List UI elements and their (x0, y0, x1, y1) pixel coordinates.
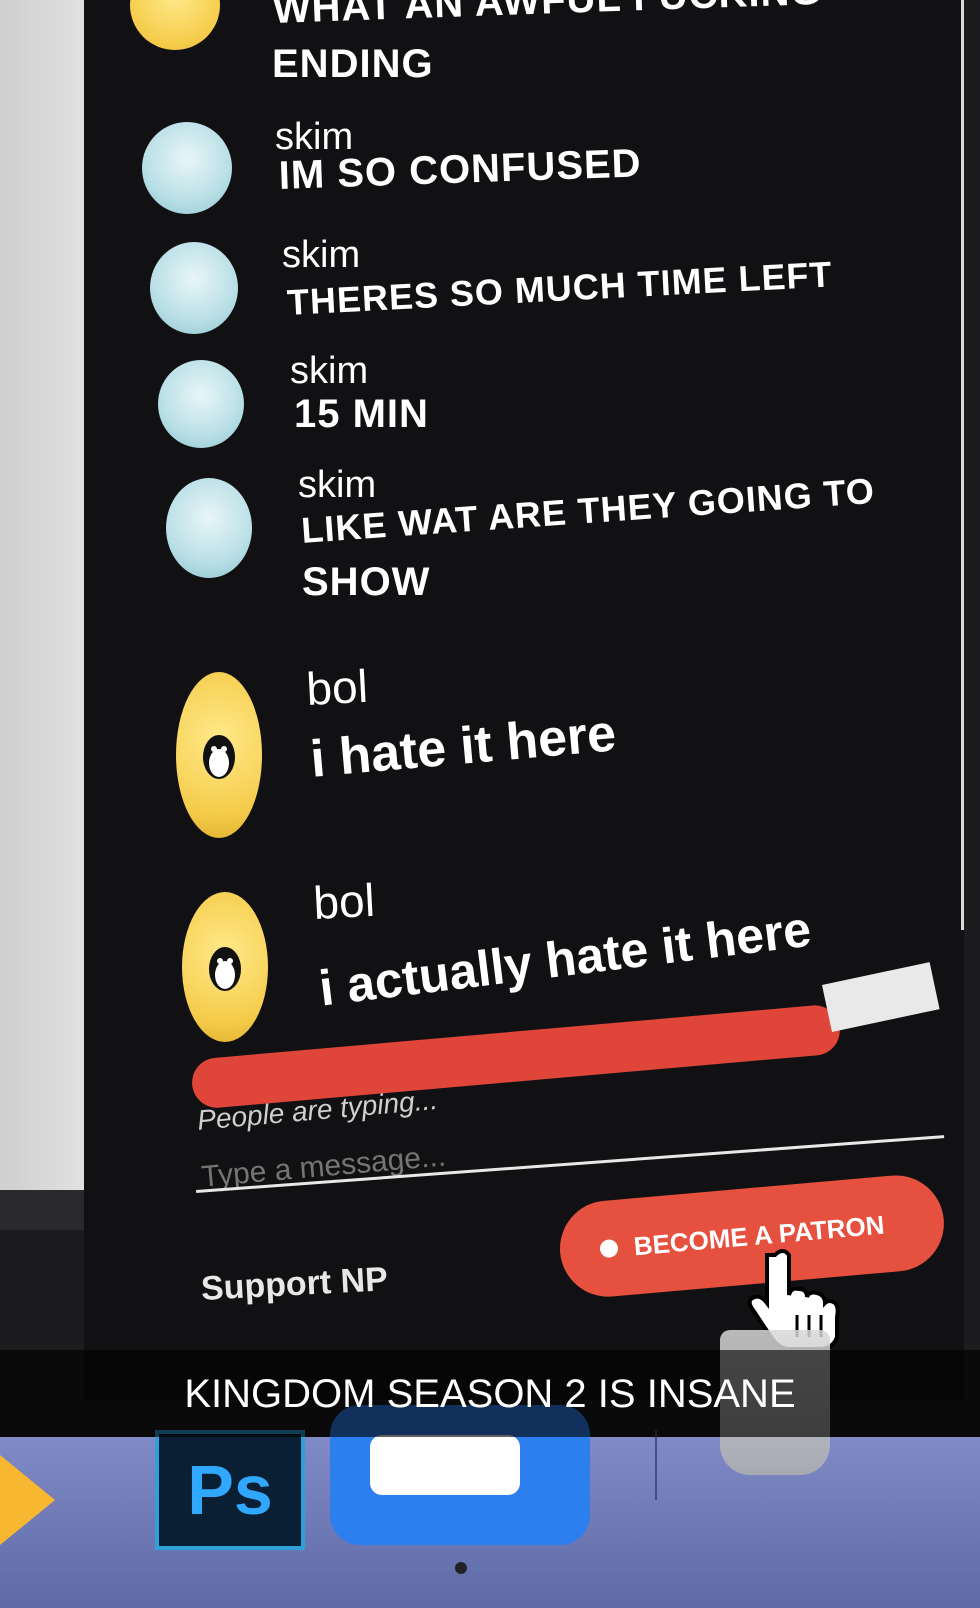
message-text: ENDING (272, 42, 434, 86)
avatar-skim (166, 478, 252, 578)
panel-border (961, 0, 964, 930)
running-indicator (455, 1562, 467, 1574)
message-username: bol (312, 873, 377, 929)
avatar-bol (176, 672, 262, 838)
message-username: skim (282, 234, 361, 276)
avatar-bol (182, 892, 268, 1042)
penguin-icon (203, 735, 235, 779)
message-text: 15 MIN (294, 392, 429, 436)
message-username: skim (290, 350, 369, 392)
caption-text: KINGDOM SEASON 2 IS INSANE (184, 1372, 796, 1416)
penguin-icon (209, 947, 241, 991)
patreon-icon (599, 1238, 619, 1259)
message-text: SHOW (302, 560, 431, 604)
photoshop-icon[interactable]: Ps (155, 1430, 305, 1550)
avatar-skim (150, 242, 238, 334)
message-username: skim (298, 464, 377, 506)
dock-divider (655, 1430, 657, 1500)
zoom-camera-icon (370, 1435, 520, 1495)
message-username: bol (305, 659, 370, 715)
avatar-skim (142, 122, 232, 214)
ps-label: Ps (187, 1451, 273, 1529)
avatar-skim (158, 360, 244, 448)
